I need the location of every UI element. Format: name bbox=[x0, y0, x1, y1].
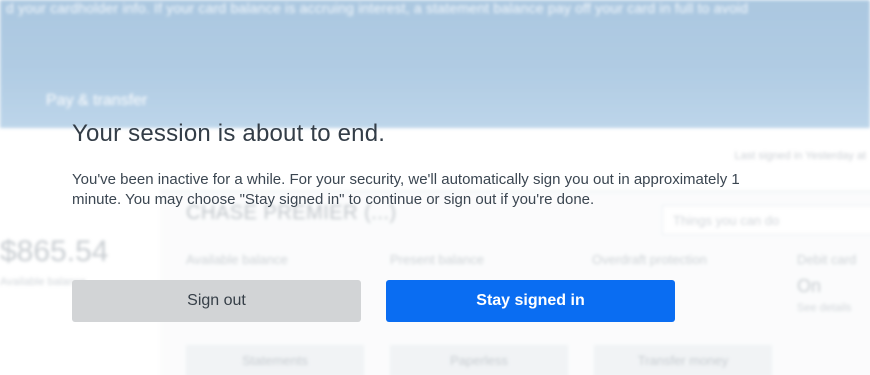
dialog-message: You've been inactive for a while. For yo… bbox=[72, 171, 740, 208]
sign-out-button[interactable]: Sign out bbox=[72, 280, 361, 322]
dialog-title: Your session is about to end. bbox=[72, 120, 386, 147]
session-timeout-dialog: Your session is about to end. You've bee… bbox=[0, 0, 870, 375]
session-timeout-screen: d your cardholder info. If your card bal… bbox=[0, 0, 870, 375]
stay-signed-in-button[interactable]: Stay signed in bbox=[386, 280, 675, 322]
